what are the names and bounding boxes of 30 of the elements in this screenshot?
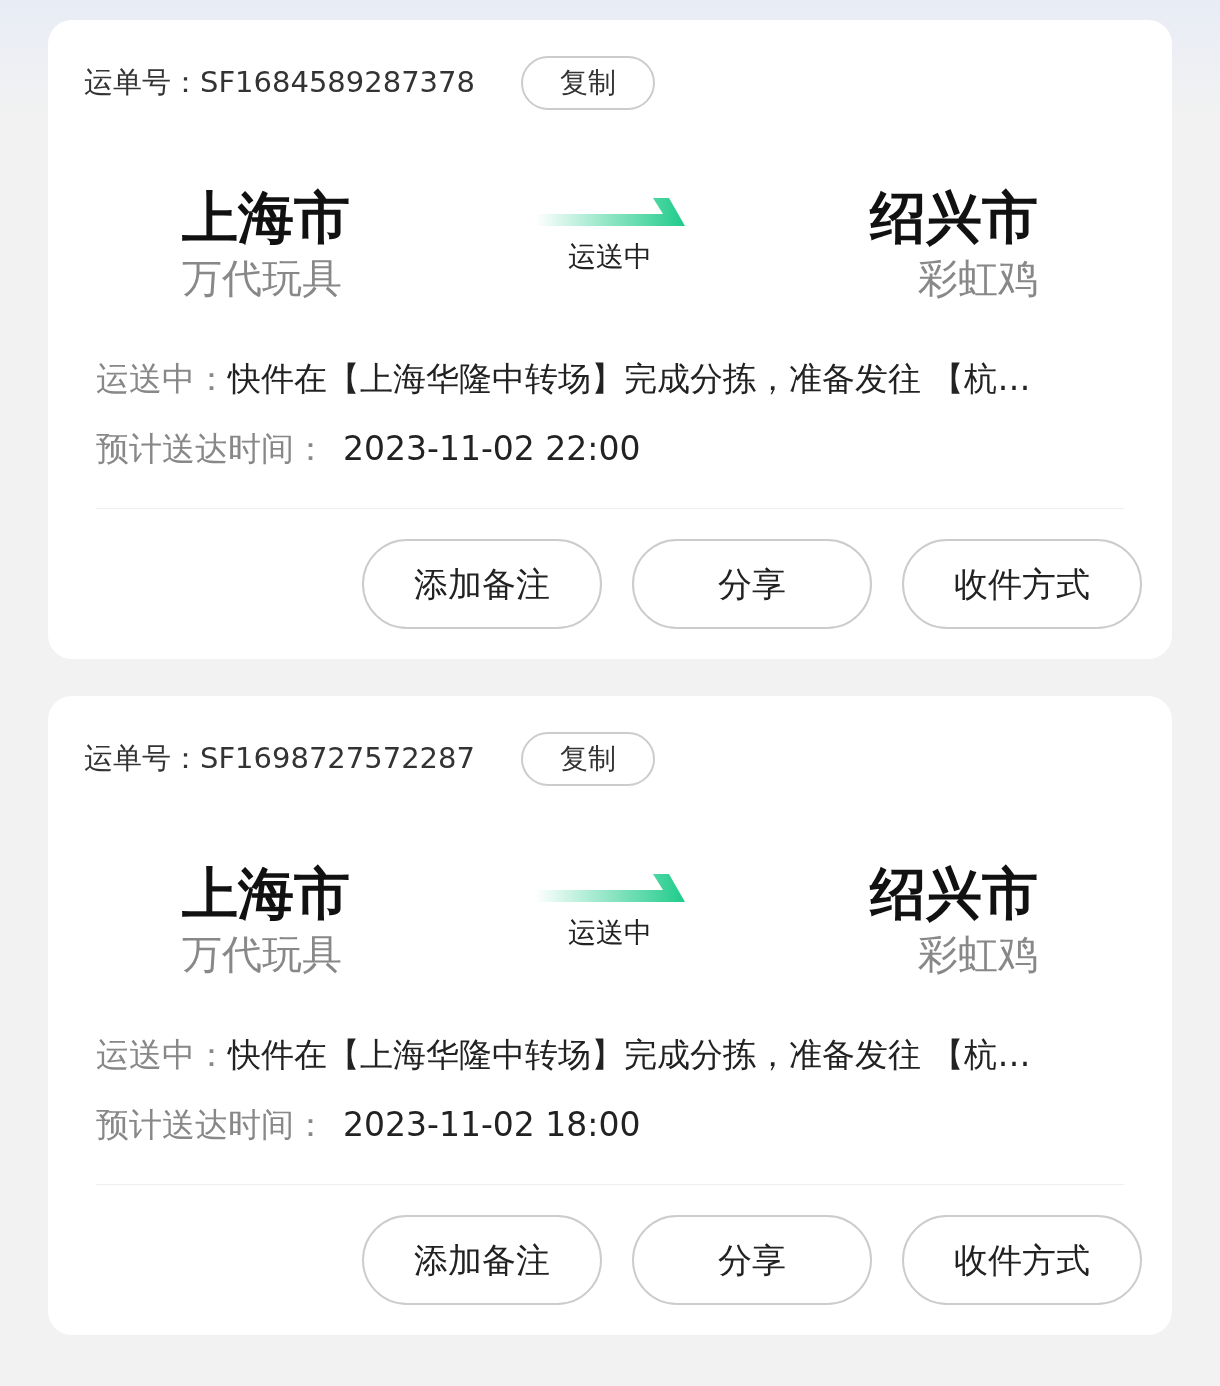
origin-city: 上海市 <box>182 186 350 250</box>
copy-button[interactable]: 复制 <box>520 56 655 110</box>
receiver-name: 彩虹鸡 <box>918 254 1038 303</box>
destination-city: 绍兴市 <box>870 862 1038 926</box>
receiver-name: 彩虹鸡 <box>918 930 1038 979</box>
eta-value: 2023-11-02 18:00 <box>343 1104 641 1146</box>
eta-value: 2023-11-02 22:00 <box>343 428 641 470</box>
progress-label: 运送中： <box>96 358 228 400</box>
origin-city: 上海市 <box>182 862 350 926</box>
progress-label: 运送中： <box>96 1034 228 1076</box>
action-button[interactable]: 添加备注 <box>362 539 602 629</box>
action-button[interactable]: 分享 <box>632 1215 872 1305</box>
eta-label: 预计送达时间： <box>96 1104 327 1146</box>
waybill-number: 运单号：SF1684589287378 <box>84 64 475 102</box>
waybill-number: 运单号：SF1698727572287 <box>84 740 475 778</box>
eta-label: 预计送达时间： <box>96 428 327 470</box>
action-button[interactable]: 分享 <box>632 539 872 629</box>
sender-name: 万代玩具 <box>182 930 343 979</box>
copy-button[interactable]: 复制 <box>520 732 655 786</box>
action-button[interactable]: 收件方式 <box>902 1215 1142 1305</box>
sender-name: 万代玩具 <box>182 254 343 303</box>
arrow-icon <box>535 196 685 226</box>
action-button[interactable]: 收件方式 <box>902 539 1142 629</box>
destination-city: 绍兴市 <box>870 186 1038 250</box>
progress-text: 快件在【上海华隆中转场】完成分拣，准备发往 【杭… <box>228 358 1031 400</box>
action-button[interactable]: 添加备注 <box>362 1215 602 1305</box>
shipment-status: 运送中 <box>568 239 652 275</box>
shipment-status: 运送中 <box>568 915 652 951</box>
progress-text: 快件在【上海华隆中转场】完成分拣，准备发往 【杭… <box>228 1034 1031 1076</box>
arrow-icon <box>535 872 685 902</box>
